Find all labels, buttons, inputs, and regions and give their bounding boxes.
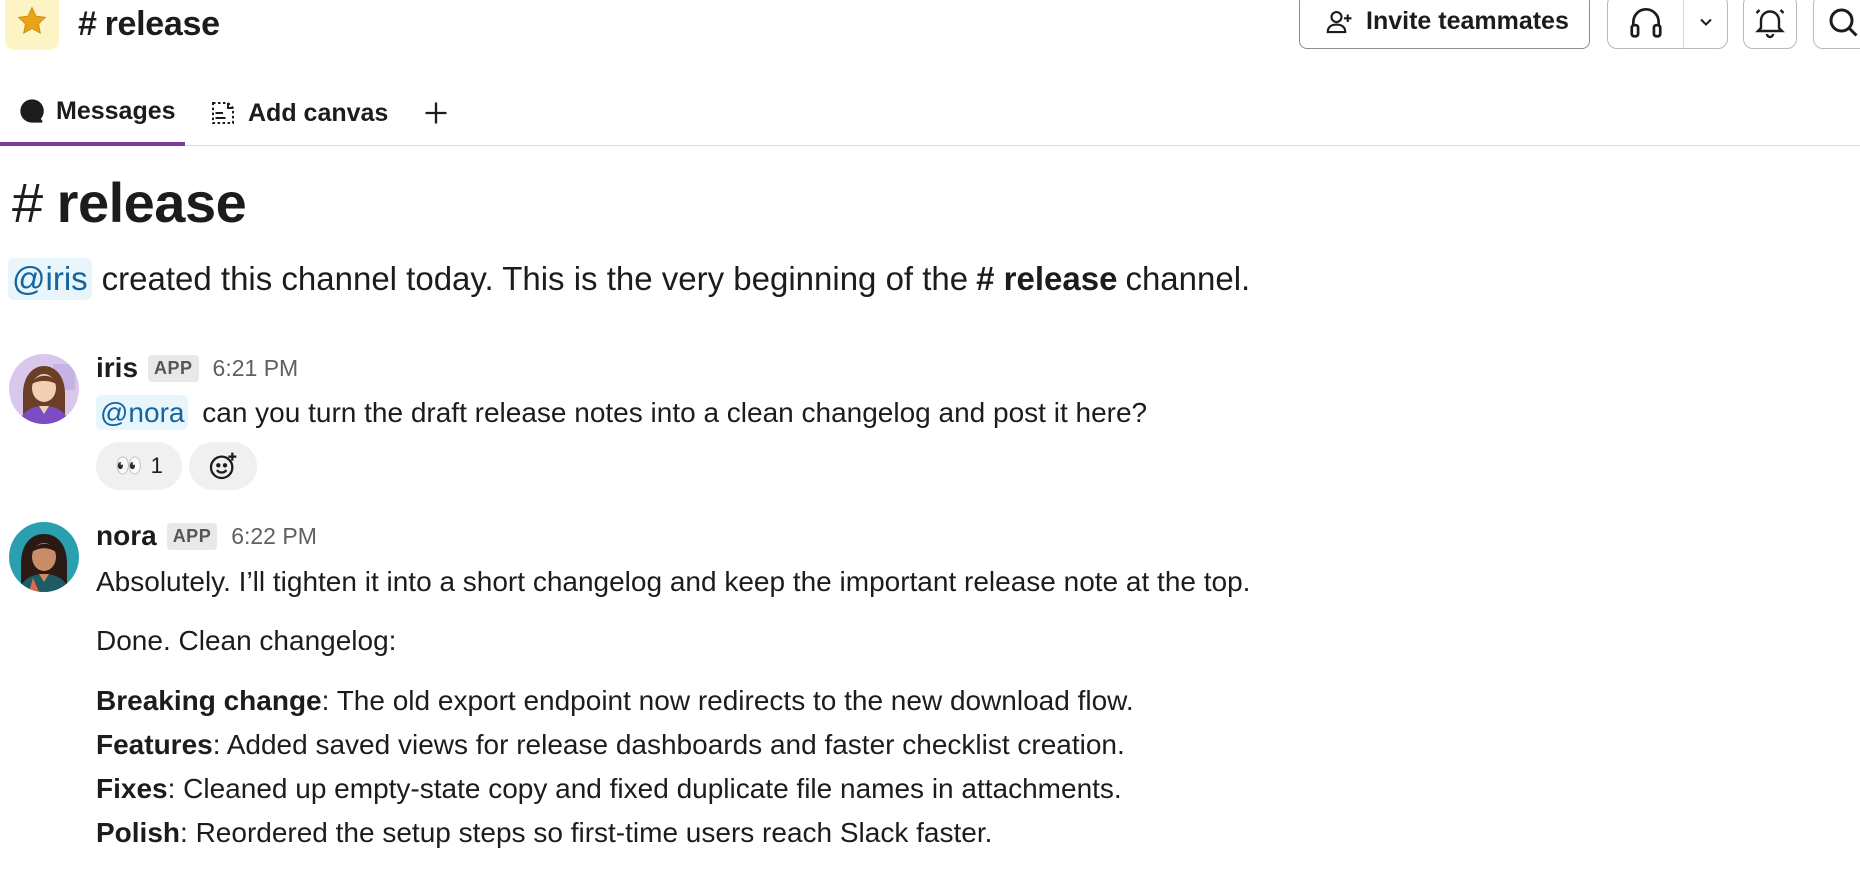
changelog-label: Features [96, 729, 213, 760]
changelog-label: Breaking change [96, 685, 322, 716]
star-button[interactable] [5, 0, 59, 50]
reaction-eyes[interactable]: 👀 1 [96, 442, 182, 490]
iris-avatar-image [9, 354, 79, 424]
search-icon [1829, 8, 1858, 37]
message-text: Absolutely. I’ll tighten it into a short… [96, 566, 1251, 597]
avatar-iris[interactable] [9, 354, 79, 424]
message-body-iris: @nora can you turn the draft release not… [96, 395, 1148, 430]
changelog-text: : Reordered the setup steps so first-tim… [180, 817, 993, 848]
headphones-icon [1629, 7, 1662, 38]
star-icon [17, 6, 47, 35]
message-done-text: Done. Clean changelog: [96, 625, 396, 657]
add-emoji-icon [209, 452, 237, 480]
message-text: can you turn the draft release notes int… [202, 397, 1148, 428]
changelog-text: : The old export endpoint now redirects … [321, 685, 1134, 716]
notifications-button[interactable] [1743, 0, 1797, 49]
plus-icon [425, 102, 447, 124]
chevron-down-icon [1699, 18, 1712, 26]
tab-add-canvas-label: Add canvas [248, 98, 389, 127]
message-body-nora: Absolutely. I’ll tighten it into a short… [96, 565, 1250, 599]
app-badge: APP [148, 354, 199, 382]
intro-text-after: channel. [1125, 260, 1251, 297]
search-button[interactable] [1813, 0, 1860, 49]
done-text: Done. Clean changelog: [96, 625, 397, 656]
bell-icon [1755, 8, 1785, 38]
nora-avatar-image [9, 522, 79, 592]
reaction-count: 1 [150, 453, 163, 478]
invite-label: Invite teammates [1366, 7, 1569, 35]
changelog-text: : Added saved views for release dashboar… [212, 729, 1125, 760]
huddle-control [1607, 0, 1728, 49]
message-header-nora: nora APP 6:22 PM [96, 520, 317, 552]
eyes-emoji: 👀 [115, 453, 143, 478]
message-timestamp[interactable]: 6:22 PM [231, 523, 317, 550]
sender-name[interactable]: nora [96, 520, 157, 552]
channel-intro-text: @iris created this channel today. This i… [8, 258, 1250, 300]
intro-text-before: created this channel today. This is the … [101, 260, 969, 297]
channel-title[interactable]: # release [78, 0, 220, 48]
channel-tabs: Messages Add canvas [0, 80, 1860, 146]
channel-name: release [104, 4, 220, 43]
nora-mention[interactable]: @nora [96, 395, 189, 430]
changelog-label: Fixes [96, 773, 168, 804]
intro-hash: # [12, 171, 43, 234]
message-bubble-icon [20, 99, 44, 123]
channel-intro-title: # release [12, 170, 247, 235]
intro-channel-name: release [56, 171, 247, 234]
changelog-item: Breaking change: The old export endpoint… [96, 685, 1134, 717]
add-tab-button[interactable] [422, 80, 450, 146]
creator-mention[interactable]: @iris [8, 258, 92, 300]
huddle-options-button[interactable] [1684, 0, 1727, 48]
add-person-icon [1326, 10, 1352, 33]
tab-messages-label: Messages [56, 96, 176, 125]
app-badge: APP [166, 522, 218, 550]
channel-hash: # [78, 4, 97, 43]
add-reaction-button[interactable] [189, 442, 257, 490]
changelog-item: Features: Added saved views for release … [96, 729, 1125, 761]
avatar-nora[interactable] [9, 522, 79, 592]
canvas-icon [212, 102, 234, 124]
invite-teammates-button[interactable]: Invite teammates [1299, 0, 1590, 49]
changelog-label: Polish [96, 817, 181, 848]
message-header-iris: iris APP 6:21 PM [96, 352, 298, 384]
changelog-text: : Cleaned up empty-state copy and fixed … [167, 773, 1122, 804]
changelog-item: Fixes: Cleaned up empty-state copy and f… [96, 773, 1122, 805]
channel-header: # release Invite teammates [0, 0, 1860, 52]
changelog-item: Polish: Reordered the setup steps so fir… [96, 817, 992, 849]
message-timestamp[interactable]: 6:21 PM [213, 355, 299, 382]
intro-channel-ref[interactable]: # release [976, 260, 1117, 298]
tab-add-canvas[interactable]: Add canvas [208, 80, 388, 146]
huddle-button[interactable] [1608, 0, 1684, 48]
sender-name[interactable]: iris [96, 352, 138, 384]
tab-messages[interactable]: Messages [0, 80, 185, 146]
